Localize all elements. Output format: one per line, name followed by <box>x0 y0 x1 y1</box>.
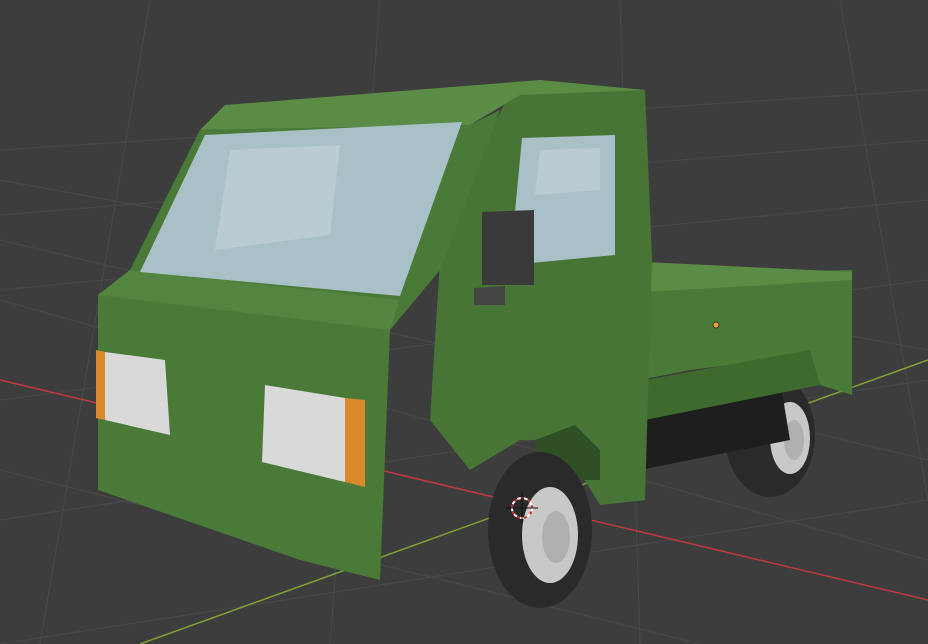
side-window-reflection <box>535 148 600 195</box>
mirror-stem <box>474 286 505 305</box>
grid-line <box>0 499 928 644</box>
right-indicator <box>345 398 365 487</box>
front-wheel[interactable] <box>488 452 592 608</box>
side-mirror <box>482 210 534 285</box>
front-hub <box>542 511 570 563</box>
truck-model[interactable] <box>96 80 852 608</box>
left-indicator <box>96 350 105 420</box>
3d-viewport[interactable] <box>0 0 928 644</box>
windshield-reflection <box>215 145 340 250</box>
viewport-scene[interactable] <box>0 0 928 644</box>
grid-line <box>839 0 928 501</box>
origin-point-icon[interactable] <box>712 321 720 329</box>
